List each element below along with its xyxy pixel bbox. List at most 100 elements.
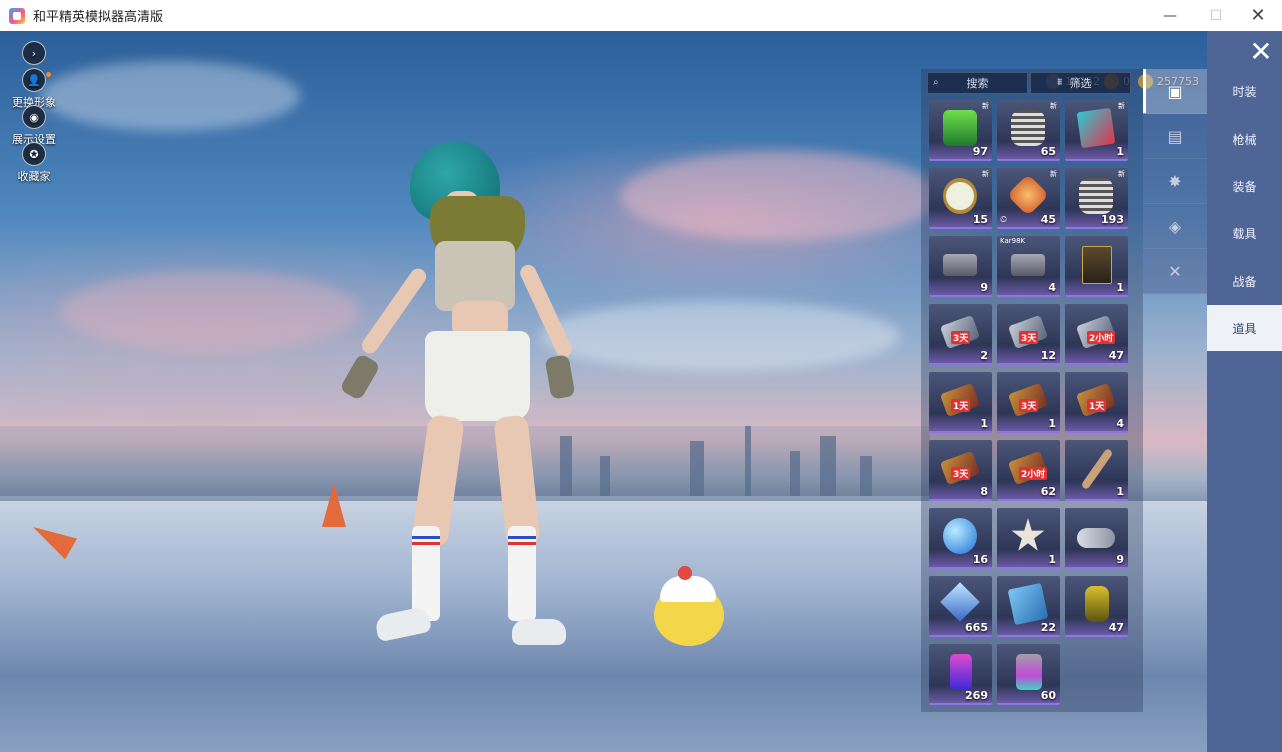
item-count: 60 xyxy=(1040,689,1056,702)
item-icon xyxy=(1006,173,1050,217)
tab-2[interactable]: 装备 xyxy=(1207,163,1282,209)
item-icon xyxy=(943,518,977,554)
clock-icon: ⏲ xyxy=(1000,215,1008,225)
inventory-item[interactable]: 1天 1 xyxy=(929,372,992,433)
display-settings-button[interactable]: ◉ 展示设置 xyxy=(8,105,60,147)
item-caption: Kar98K xyxy=(1000,237,1026,245)
item-count: 4 xyxy=(1116,417,1124,430)
inventory-item[interactable]: 3天 12 xyxy=(997,304,1060,365)
item-count: 22 xyxy=(1040,621,1056,634)
duration-tag: 3天 xyxy=(1019,331,1039,344)
item-count: 12 xyxy=(1040,349,1056,362)
inventory-item[interactable]: 1天 4 xyxy=(1065,372,1128,433)
search-button[interactable]: ⌕ 搜索 xyxy=(927,72,1028,94)
item-count: 193 xyxy=(1101,213,1124,226)
inventory-item[interactable]: 2小时 47 xyxy=(1065,304,1128,365)
change-avatar-button[interactable]: 👤 更换形象 xyxy=(8,68,60,110)
inventory-item[interactable]: Kar98K 4 xyxy=(997,236,1060,297)
expand-button[interactable]: › xyxy=(8,41,60,67)
item-count: 47 xyxy=(1108,621,1124,634)
inventory-item[interactable]: 665 xyxy=(929,576,992,637)
window-title: 和平精英模拟器高清版 xyxy=(33,10,164,25)
rifle-icon: ✕ xyxy=(1168,261,1182,281)
item-count: 1 xyxy=(980,417,988,430)
duration-tag: 1天 xyxy=(951,399,971,412)
item-icon xyxy=(1011,518,1045,551)
inventory-item[interactable]: 1 xyxy=(1065,440,1128,501)
duration-tag: 3天 xyxy=(951,467,971,480)
item-count: 2 xyxy=(980,349,988,362)
category-sparkle[interactable]: ✸ xyxy=(1143,159,1207,204)
search-label: 搜索 xyxy=(966,77,989,90)
category-costume-card[interactable]: ▣ xyxy=(1143,69,1207,114)
inventory-item[interactable]: 9 xyxy=(929,236,992,297)
duration-tag: 3天 xyxy=(951,331,971,344)
inventory-item[interactable]: 新 97 xyxy=(929,100,992,161)
inventory-item[interactable]: 新 65 xyxy=(997,100,1060,161)
item-icon xyxy=(1079,178,1113,214)
inventory-item[interactable]: 3天 2 xyxy=(929,304,992,365)
app-logo-icon xyxy=(9,7,25,24)
item-count: 1 xyxy=(1116,485,1124,498)
player-character[interactable] xyxy=(339,141,590,661)
inventory-item[interactable]: 1 xyxy=(1065,236,1128,297)
item-count: 1 xyxy=(1048,417,1056,430)
inventory-item[interactable]: 47 xyxy=(1065,576,1128,637)
maximize-button[interactable]: ☐ xyxy=(1193,0,1239,31)
item-count: 65 xyxy=(1040,145,1056,158)
tab-3[interactable]: 载具 xyxy=(1207,210,1282,256)
inventory-item[interactable]: 60 xyxy=(997,644,1060,705)
item-count: 269 xyxy=(965,689,988,702)
search-bar: ⌕ 搜索 ⩩ 筛选 xyxy=(927,72,1131,94)
costume-card-icon: ▣ xyxy=(1167,81,1183,101)
inventory-item[interactable]: 16 xyxy=(929,508,992,569)
inventory-item[interactable]: 新1 xyxy=(1065,100,1128,161)
window-titlebar: 和平精英模拟器高清版 — ☐ ✕ xyxy=(0,0,1282,32)
category-ticket[interactable]: ◈ xyxy=(1143,204,1207,249)
close-panel-button[interactable]: ✕ xyxy=(1245,35,1277,68)
minimize-button[interactable]: — xyxy=(1147,0,1193,31)
inventory-item[interactable]: 新 193 xyxy=(1065,168,1128,229)
inventory-item[interactable]: 2小时 62 xyxy=(997,440,1060,501)
category-rifle[interactable]: ✕ xyxy=(1143,249,1207,294)
inventory-item[interactable]: 1 xyxy=(997,508,1060,569)
item-icon xyxy=(943,254,977,276)
new-badge: 新 xyxy=(1118,102,1125,110)
inventory-item[interactable]: 9 xyxy=(1065,508,1128,569)
ticket-icon: ◈ xyxy=(1168,216,1182,236)
inventory-item[interactable]: 3天 1 xyxy=(997,372,1060,433)
tab-4[interactable]: 战备 xyxy=(1207,258,1282,304)
item-count: 97 xyxy=(972,145,988,158)
search-icon: ⌕ xyxy=(933,77,939,88)
item-count: 9 xyxy=(980,281,988,294)
collector-button[interactable]: ✪ 收藏家 xyxy=(8,142,60,184)
filter-icon: ⩩ xyxy=(1057,77,1063,88)
category-crate[interactable]: ▤ xyxy=(1143,114,1207,159)
tab-0[interactable]: 时装 xyxy=(1207,68,1282,114)
duration-tag: 3天 xyxy=(1019,399,1039,412)
chick-pet[interactable] xyxy=(650,566,728,656)
inventory-item[interactable]: 新 15 xyxy=(929,168,992,229)
item-icon xyxy=(1077,528,1115,548)
duration-tag: 1天 xyxy=(1087,399,1107,412)
avatar-icon: 👤 xyxy=(22,68,46,92)
new-badge: 新 xyxy=(1050,102,1057,110)
item-icon xyxy=(1016,654,1042,690)
tab-1[interactable]: 枪械 xyxy=(1207,116,1282,162)
notification-dot xyxy=(46,72,51,77)
inventory-item[interactable]: 新 ⏲ 45 xyxy=(997,168,1060,229)
item-icon xyxy=(943,178,977,214)
filter-label: 筛选 xyxy=(1069,77,1092,90)
item-icon xyxy=(943,110,977,146)
eye-icon: ◉ xyxy=(22,105,46,129)
inventory-item[interactable]: 269 xyxy=(929,644,992,705)
inventory-item[interactable]: 3天 8 xyxy=(929,440,992,501)
sparkle-icon: ✸ xyxy=(1168,171,1182,191)
item-icon xyxy=(1080,447,1114,491)
item-count: 15 xyxy=(972,213,988,226)
close-window-button[interactable]: ✕ xyxy=(1235,0,1281,31)
chevron-right-icon: › xyxy=(22,41,46,65)
inventory-item[interactable]: 22 xyxy=(997,576,1060,637)
tab-5[interactable]: 道具 xyxy=(1207,305,1282,351)
filter-button[interactable]: ⩩ 筛选 xyxy=(1030,72,1131,94)
